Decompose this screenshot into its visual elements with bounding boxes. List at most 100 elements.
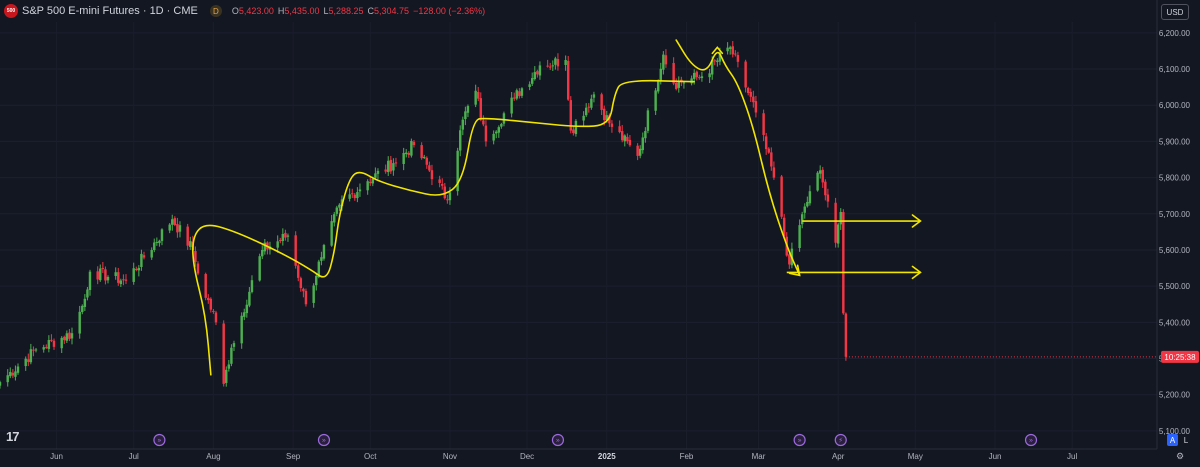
candle-body (140, 253, 143, 268)
candle-body (528, 84, 531, 88)
candle-body (788, 254, 791, 265)
candle-body (122, 279, 125, 281)
candle-body (836, 224, 840, 244)
candle-body (620, 131, 624, 141)
candle-body (392, 163, 395, 171)
candle-body (410, 140, 413, 156)
candle-body (646, 110, 650, 131)
time-tick-label: Jul (1067, 452, 1077, 461)
symbol-logo-icon[interactable]: 500 (4, 4, 18, 18)
candle-body (158, 240, 161, 244)
candle-body (279, 240, 282, 242)
candle-body (171, 219, 174, 225)
candle-body (692, 72, 696, 79)
candle-body (479, 98, 483, 120)
time-tick-label: Sep (286, 452, 301, 461)
candle-body (636, 145, 639, 156)
candle-body (477, 92, 480, 99)
candle-body (173, 218, 177, 226)
chart-canvas[interactable]: 6,200.00 6,100.00 6,000.00 5,900.00 5,800.00… (0, 0, 1200, 467)
candle-body (518, 91, 521, 97)
candle-body (474, 90, 477, 105)
candle-body (335, 207, 339, 214)
candle-body (572, 129, 575, 134)
candle-body (196, 263, 200, 274)
candle-body (482, 120, 485, 125)
candle-body (566, 60, 570, 100)
time-tick-label: Mar (752, 452, 766, 461)
symbol-title[interactable]: S&P 500 E-mini Futures · 1D · CME (22, 5, 198, 17)
candle-body (240, 315, 243, 344)
candle-body (430, 170, 434, 180)
data-badge[interactable]: D (209, 5, 222, 17)
price-tick-label: 5,700.00 (1159, 210, 1191, 219)
currency-button[interactable]: USD (1161, 4, 1189, 20)
candle-body (50, 339, 53, 341)
candle-body (654, 90, 657, 111)
candle-body (32, 349, 35, 351)
candle-body (124, 279, 128, 281)
candle-body (716, 60, 719, 63)
candle-body (824, 181, 827, 196)
candle-body (664, 55, 668, 65)
time-tick-label: Apr (832, 452, 845, 461)
candle-body (47, 340, 51, 349)
candle-body (582, 115, 585, 121)
candle-body (700, 76, 704, 79)
candle-body (726, 47, 729, 52)
grid (0, 22, 1157, 449)
candle-body (412, 141, 416, 146)
candle-body (356, 192, 359, 199)
candle-body (186, 226, 189, 246)
price-tick-label: 6,100.00 (1159, 65, 1191, 74)
price-tick-label: 5,900.00 (1159, 137, 1191, 146)
candle-body (402, 152, 405, 165)
candle-body (29, 349, 33, 363)
candle-body (600, 94, 603, 110)
candle-body (212, 310, 215, 312)
candle-body (839, 211, 842, 225)
time-tick-label: Nov (443, 452, 457, 461)
candle-body (137, 267, 141, 271)
time-tick-label: Jul (129, 452, 139, 461)
price-axis: 6,200.00 6,100.00 6,000.00 5,900.00 5,800.00… (845, 0, 1199, 449)
candle-body (592, 94, 596, 98)
lightning-icon: ⚡ (838, 437, 843, 445)
candle-body (731, 46, 734, 55)
price-tick-label: 6,000.00 (1159, 101, 1191, 110)
candle-body (816, 172, 819, 191)
candle-body (117, 272, 120, 283)
log-scale-button[interactable]: L (1181, 434, 1191, 446)
candle-body (65, 333, 69, 341)
candle-body (551, 65, 555, 67)
auto-scale-button[interactable]: A (1167, 434, 1178, 446)
time-tick-label: Oct (364, 452, 377, 461)
candle-body (371, 178, 375, 184)
freehand-drawing (192, 79, 695, 376)
candle-body (438, 179, 441, 183)
candle-body (101, 267, 105, 269)
gear-icon[interactable]: ⚙ (1176, 451, 1184, 462)
time-tick-label: Feb (680, 452, 694, 461)
time-tick-label: 2025 (598, 452, 616, 461)
candle-body (245, 304, 249, 314)
candle-body (168, 224, 171, 231)
candle-body (407, 152, 411, 155)
candle-body (248, 291, 251, 306)
candle-body (446, 199, 449, 201)
candle-body (387, 160, 390, 173)
candle-body (708, 73, 711, 78)
candle-body (135, 268, 138, 270)
price-tick-label: 6,200.00 (1159, 29, 1191, 38)
drawings (192, 39, 922, 376)
forward-icon: » (1029, 437, 1033, 445)
candle-body (461, 119, 465, 130)
candle-body (376, 170, 380, 174)
candle-body (466, 106, 470, 113)
tradingview-logo[interactable]: 17 (6, 429, 20, 444)
candle-body (405, 152, 408, 155)
candle-body (420, 145, 423, 159)
candle-body (142, 255, 146, 258)
candle-body (106, 276, 110, 281)
candle-body (78, 311, 81, 334)
